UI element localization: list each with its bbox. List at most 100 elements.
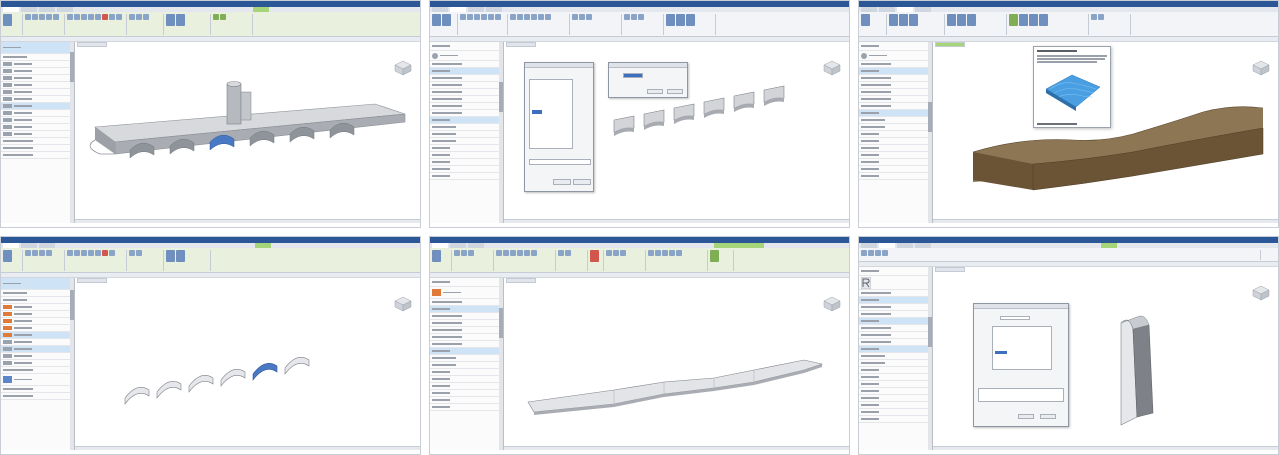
- type-selector[interactable]: [859, 276, 932, 290]
- datum-icon[interactable]: [676, 14, 685, 26]
- list-item-selected[interactable]: [1, 103, 74, 110]
- browser-node[interactable]: [859, 117, 932, 124]
- property-row[interactable]: [430, 334, 503, 341]
- property-row[interactable]: [859, 339, 932, 346]
- list-item[interactable]: [1, 367, 74, 374]
- tool-icon[interactable]: [875, 250, 881, 256]
- rotate-icon[interactable]: [524, 250, 530, 256]
- list-item[interactable]: [1, 110, 74, 117]
- browser-node[interactable]: [430, 362, 503, 369]
- modify-icon[interactable]: [861, 14, 870, 26]
- mirror-icon[interactable]: [81, 14, 87, 20]
- browser-node[interactable]: [430, 166, 503, 173]
- list-item-selected[interactable]: [1, 332, 74, 339]
- array-icon[interactable]: [109, 250, 115, 256]
- property-row[interactable]: [430, 320, 503, 327]
- 3d-viewport[interactable]: [75, 42, 420, 223]
- label-contours-icon[interactable]: [1039, 14, 1048, 26]
- browser-node[interactable]: [430, 138, 503, 145]
- model-text-icon[interactable]: [572, 14, 578, 20]
- edit-family-icon[interactable]: [166, 14, 175, 26]
- property-row[interactable]: [430, 110, 503, 117]
- type-selector[interactable]: [859, 51, 932, 61]
- cut-icon[interactable]: [461, 250, 467, 256]
- line-icon[interactable]: [648, 250, 654, 256]
- property-row[interactable]: [430, 61, 503, 68]
- building-pad-icon[interactable]: [947, 14, 956, 26]
- 3d-viewport[interactable]: [75, 278, 420, 450]
- graded-region-icon[interactable]: [1029, 14, 1038, 26]
- property-group[interactable]: [430, 306, 503, 313]
- scrollbar[interactable]: [70, 278, 74, 450]
- paste-icon[interactable]: [25, 14, 31, 20]
- work-plane-icon[interactable]: [686, 14, 695, 26]
- browser-node[interactable]: [430, 131, 503, 138]
- mode-icon[interactable]: [176, 250, 185, 262]
- property-row[interactable]: [859, 325, 932, 332]
- rotate-icon[interactable]: [95, 250, 101, 256]
- scale-icon[interactable]: [116, 14, 122, 20]
- type-selector[interactable]: [430, 287, 503, 299]
- property-row[interactable]: [430, 89, 503, 96]
- mirror-icon[interactable]: [81, 250, 87, 256]
- list-item[interactable]: [1, 68, 74, 75]
- stair-icon[interactable]: [545, 14, 551, 20]
- host-icon[interactable]: [213, 14, 219, 20]
- browser-node[interactable]: [859, 145, 932, 152]
- copy-icon[interactable]: [39, 14, 45, 20]
- 3d-viewport[interactable]: [504, 278, 849, 450]
- rectangle-icon[interactable]: [655, 250, 661, 256]
- finish-edit-icon[interactable]: [710, 250, 719, 262]
- area-icon[interactable]: [631, 14, 637, 20]
- mirror-icon[interactable]: [510, 250, 516, 256]
- browser-node[interactable]: [430, 369, 503, 376]
- room-icon[interactable]: [624, 14, 630, 20]
- toposurface-icon[interactable]: [889, 14, 898, 26]
- browser-node[interactable]: [859, 152, 932, 159]
- measure-icon[interactable]: [136, 250, 142, 256]
- bridge-model[interactable]: [75, 42, 420, 225]
- align-icon[interactable]: [67, 14, 73, 20]
- floor-icon[interactable]: [517, 14, 523, 20]
- scrollbar[interactable]: [499, 278, 503, 450]
- tool-icon[interactable]: [868, 250, 874, 256]
- browser-node[interactable]: [859, 159, 932, 166]
- browser-node[interactable]: [430, 173, 503, 180]
- browser-node[interactable]: [859, 381, 932, 388]
- property-group[interactable]: [859, 297, 932, 304]
- move-icon[interactable]: [517, 250, 523, 256]
- curtain-icon[interactable]: [524, 14, 530, 20]
- draw-icon[interactable]: [613, 250, 619, 256]
- property-row[interactable]: [430, 327, 503, 334]
- browser-node[interactable]: [430, 383, 503, 390]
- property-row[interactable]: [430, 82, 503, 89]
- property-group[interactable]: [430, 68, 503, 75]
- site-component-icon[interactable]: [899, 14, 908, 26]
- subregion-icon[interactable]: [1009, 14, 1018, 26]
- browser-node[interactable]: [430, 355, 503, 362]
- opening-icon[interactable]: [666, 14, 675, 26]
- list-item[interactable]: [1, 311, 74, 318]
- merge-surfaces-icon[interactable]: [967, 14, 976, 26]
- browser-node[interactable]: [859, 166, 932, 173]
- list-item[interactable]: [1, 353, 74, 360]
- list-item[interactable]: [1, 96, 74, 103]
- scrollbar[interactable]: [499, 42, 503, 223]
- browser-node[interactable]: [859, 360, 932, 367]
- list-item[interactable]: [1, 318, 74, 325]
- list-item[interactable]: [1, 138, 74, 145]
- browser-node[interactable]: [430, 390, 503, 397]
- select-icon[interactable]: [442, 14, 451, 26]
- offset-icon[interactable]: [503, 250, 509, 256]
- list-item[interactable]: [1, 117, 74, 124]
- scrollbar-thumb[interactable]: [70, 52, 74, 82]
- measure-icon[interactable]: [136, 14, 142, 20]
- tool-icon[interactable]: [1098, 14, 1104, 20]
- model-group-icon[interactable]: [586, 14, 592, 20]
- property-row[interactable]: [859, 61, 932, 68]
- component-icon[interactable]: [481, 14, 487, 20]
- property-row[interactable]: [430, 75, 503, 82]
- browser-node[interactable]: [859, 416, 932, 423]
- door-icon[interactable]: [467, 14, 473, 20]
- browser-node[interactable]: [430, 124, 503, 131]
